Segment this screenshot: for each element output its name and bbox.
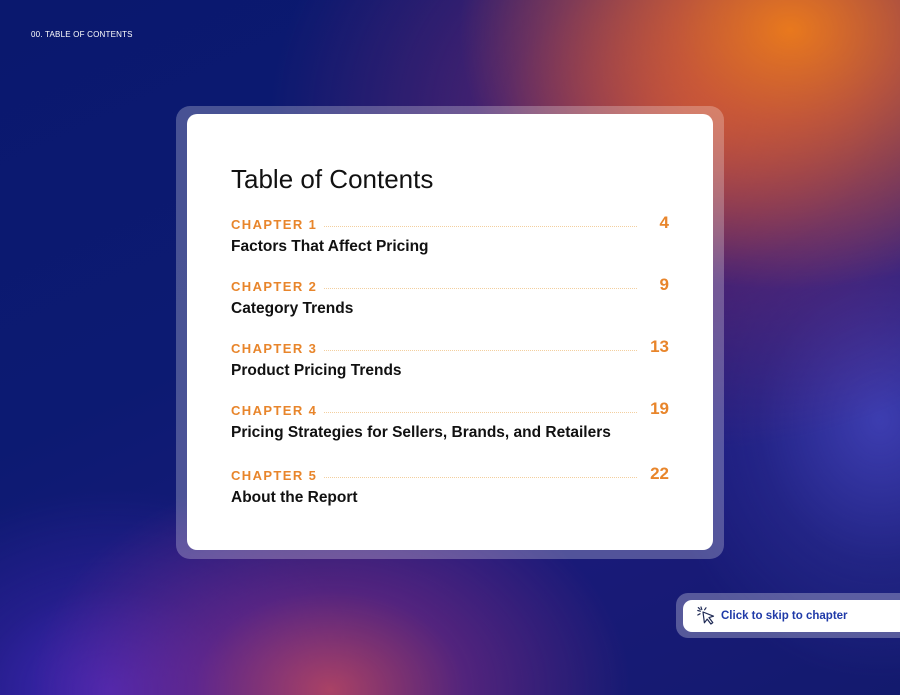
dotted-leader	[313, 288, 637, 289]
dotted-leader	[313, 477, 637, 478]
toc-card: Table of Contents CHAPTER 1 4 Factors Th…	[187, 114, 713, 550]
skip-hint-label: Click to skip to chapter	[721, 610, 848, 622]
chapter-row: CHAPTER 5 22	[231, 464, 669, 485]
dotted-leader	[313, 226, 637, 227]
skip-to-chapter-hint: Click to skip to chapter	[683, 600, 900, 632]
chapter-title[interactable]: About the Report	[231, 489, 358, 507]
toc-entry-chapter-1[interactable]: CHAPTER 1 4 Factors That Affect Pricing	[231, 213, 669, 258]
chapter-label: CHAPTER 5	[231, 468, 324, 483]
chapter-row: CHAPTER 4 19	[231, 399, 669, 420]
chapter-row: CHAPTER 2 9	[231, 275, 669, 296]
chapter-label: CHAPTER 2	[231, 279, 324, 294]
chapter-label: CHAPTER 3	[231, 341, 324, 356]
chapter-title[interactable]: Product Pricing Trends	[231, 362, 402, 380]
section-label: 00. TABLE OF CONTENTS	[31, 30, 133, 39]
chapter-label: CHAPTER 4	[231, 403, 324, 418]
dotted-leader	[313, 350, 637, 351]
page-number: 19	[650, 399, 669, 418]
page-number: 22	[650, 464, 669, 483]
dotted-leader	[313, 412, 637, 413]
cursor-click-icon	[697, 606, 717, 626]
chapter-row: CHAPTER 1 4	[231, 213, 669, 234]
chapter-label: CHAPTER 1	[231, 217, 324, 232]
chapter-title[interactable]: Factors That Affect Pricing	[231, 238, 429, 256]
page-number: 4	[659, 213, 669, 232]
page-number: 9	[659, 275, 669, 294]
chapter-title[interactable]: Pricing Strategies for Sellers, Brands, …	[231, 424, 611, 442]
page-number: 13	[650, 337, 669, 356]
toc-entry-chapter-5[interactable]: CHAPTER 5 22 About the Report	[231, 464, 669, 509]
toc-entry-chapter-2[interactable]: CHAPTER 2 9 Category Trends	[231, 275, 669, 320]
chapter-row: CHAPTER 3 13	[231, 337, 669, 358]
toc-title: Table of Contents	[231, 164, 434, 194]
toc-entry-chapter-4[interactable]: CHAPTER 4 19 Pricing Strategies for Sell…	[231, 399, 669, 444]
chapter-title[interactable]: Category Trends	[231, 300, 353, 318]
toc-entry-chapter-3[interactable]: CHAPTER 3 13 Product Pricing Trends	[231, 337, 669, 382]
